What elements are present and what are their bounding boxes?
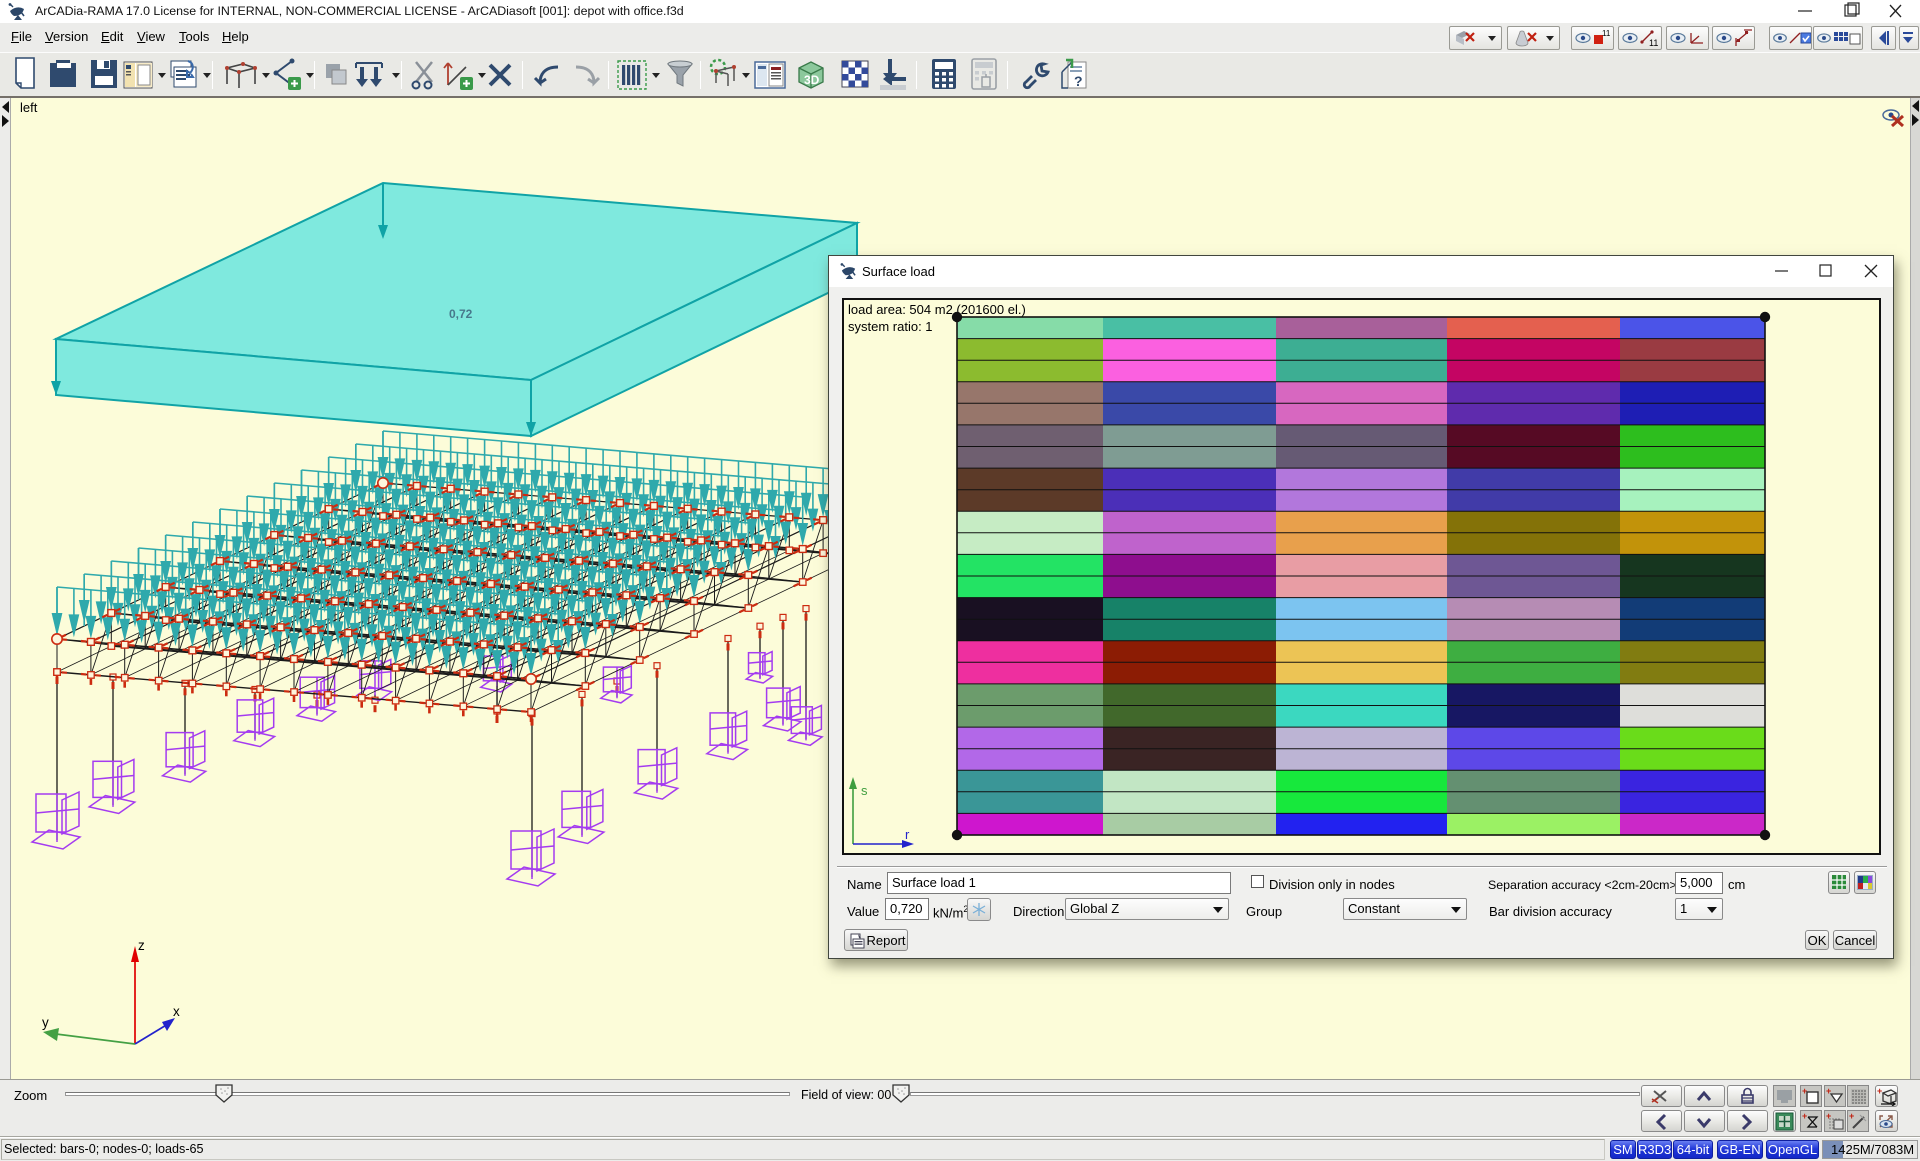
svg-text:11: 11 (1649, 38, 1658, 48)
svg-text:0,72: 0,72 (449, 307, 473, 321)
svg-text:+: + (1802, 1111, 1807, 1121)
svg-text:+: + (1849, 1111, 1854, 1121)
svg-text:z: z (138, 938, 145, 953)
svg-text:y: y (42, 1015, 49, 1030)
svg-text:11: 11 (1602, 29, 1611, 38)
svg-text:+: + (1826, 1086, 1831, 1096)
svg-text:r: r (905, 827, 910, 842)
svg-text:3D: 3D (804, 73, 820, 87)
svg-text:?: ? (1074, 73, 1083, 89)
svg-text:x: x (173, 1004, 180, 1019)
svg-text:s: s (861, 783, 868, 798)
svg-text:+: + (1877, 1086, 1882, 1096)
